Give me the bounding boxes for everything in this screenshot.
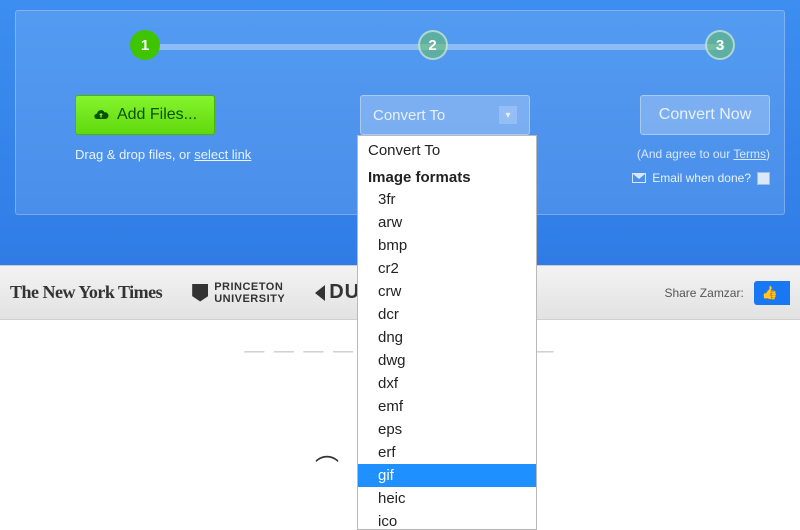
format-option-emf[interactable]: emf <box>358 395 536 418</box>
format-option-crw[interactable]: crw <box>358 280 536 303</box>
format-option-dng[interactable]: dng <box>358 326 536 349</box>
shield-icon <box>192 284 208 302</box>
format-option-dwg[interactable]: dwg <box>358 349 536 372</box>
format-option-gif[interactable]: gif <box>358 464 536 487</box>
step-2: 2 <box>418 30 448 60</box>
triangle-left-icon <box>315 285 325 301</box>
paperclip-icon: ⌒ <box>315 448 339 483</box>
brand-nyt: The New York Times <box>10 282 162 303</box>
fb-like-button[interactable]: 👍 <box>754 281 790 305</box>
share-row: Share Zamzar: 👍 <box>664 281 790 305</box>
add-files-label: Add Files... <box>117 106 197 124</box>
upload-cloud-icon <box>93 107 109 123</box>
format-option-eps[interactable]: eps <box>358 418 536 441</box>
step1-column: Add Files... Drag & drop files, or selec… <box>75 95 265 162</box>
format-option-dcr[interactable]: dcr <box>358 303 536 326</box>
envelope-icon <box>632 173 646 183</box>
hint-pre: Drag & drop files, or <box>75 147 194 162</box>
email-label: Email when done? <box>652 171 751 185</box>
step3-column: Convert Now (And agree to our Terms) Ema… <box>600 95 770 185</box>
dropdown-group-image: Image formats <box>358 165 536 188</box>
convert-now-label: Convert Now <box>659 106 751 124</box>
brand-princeton: PRINCETON UNIVERSITY <box>192 281 285 305</box>
drag-drop-hint: Drag & drop files, or select link <box>75 147 251 162</box>
convert-to-dropdown[interactable]: Convert To ▾ <box>360 95 530 135</box>
terms-link[interactable]: Terms <box>733 147 766 161</box>
format-option-erf[interactable]: erf <box>358 441 536 464</box>
convert-to-label: Convert To <box>373 107 445 124</box>
stepper: 1 2 3 <box>130 30 735 60</box>
step2-column: Convert To ▾ <box>355 95 535 135</box>
terms-text: (And agree to our Terms) <box>637 147 770 161</box>
brand-duo: DU <box>315 281 360 304</box>
share-label: Share Zamzar: <box>664 286 743 300</box>
princeton-top: PRINCETON <box>214 281 285 293</box>
chevron-down-icon: ▾ <box>499 106 517 124</box>
email-when-done-row: Email when done? <box>632 171 770 185</box>
thumb-up-icon: 👍 <box>762 285 778 301</box>
email-checkbox[interactable] <box>757 172 770 185</box>
format-option-3fr[interactable]: 3fr <box>358 188 536 211</box>
format-option-ico[interactable]: ico <box>358 510 536 530</box>
select-link[interactable]: select link <box>194 147 251 162</box>
format-option-bmp[interactable]: bmp <box>358 234 536 257</box>
format-option-arw[interactable]: arw <box>358 211 536 234</box>
format-option-cr2[interactable]: cr2 <box>358 257 536 280</box>
format-option-heic[interactable]: heic <box>358 487 536 510</box>
convert-now-button[interactable]: Convert Now <box>640 95 770 135</box>
format-dropdown-list[interactable]: Convert To Image formats 3frarwbmpcr2crw… <box>357 135 537 530</box>
dropdown-title: Convert To <box>358 136 536 165</box>
add-files-button[interactable]: Add Files... <box>75 95 215 135</box>
terms-pre: (And agree to our <box>637 147 734 161</box>
step-1: 1 <box>130 30 160 60</box>
princeton-bot: UNIVERSITY <box>214 293 285 305</box>
step-3: 3 <box>705 30 735 60</box>
duo-text: DU <box>329 281 360 304</box>
format-option-dxf[interactable]: dxf <box>358 372 536 395</box>
terms-post: ) <box>766 147 770 161</box>
